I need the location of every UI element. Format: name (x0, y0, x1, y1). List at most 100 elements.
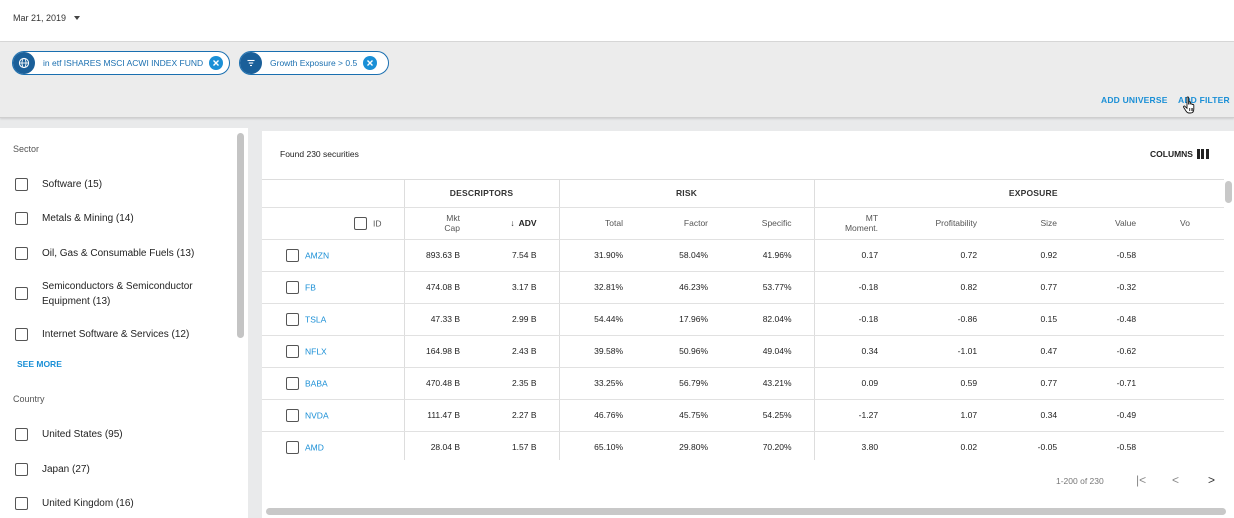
ticker-link[interactable]: NVDA (305, 410, 329, 420)
facet-sector[interactable]: Internet Software & Services (12) (15, 328, 222, 342)
cell-specific: 49.04% (730, 335, 815, 368)
checkbox[interactable] (15, 428, 28, 441)
close-icon[interactable] (209, 56, 224, 70)
filter-bar: in etf ISHARES MSCI ACWI INDEX FUND Grow… (0, 42, 1234, 118)
facet-label: Oil, Gas & Consumable Fuels (13) (42, 248, 195, 259)
table-row[interactable]: TSLA 47.33 B 2.99 B 54.44% 17.96% 82.04% -0.18… (262, 303, 1224, 336)
cell-mkt-cap: 28.04 B (403, 431, 482, 460)
header-size[interactable]: Size (999, 207, 1080, 240)
securities-table: DESCRIPTORS RISK EXPOSURE ID Mkt Cap ↓ ADV… (262, 180, 1224, 460)
facet-sector[interactable]: Software (15) (15, 178, 222, 192)
cell-id: AMD (262, 431, 404, 460)
universe-chip[interactable]: in etf ISHARES MSCI ACWI INDEX FUND (12, 51, 230, 75)
checkbox[interactable] (15, 328, 28, 341)
first-page-icon[interactable]: |< (1136, 473, 1146, 487)
row-checkbox[interactable] (286, 280, 299, 294)
facet-label: Japan (27) (42, 464, 90, 475)
facet-country[interactable]: Japan (27) (15, 463, 222, 477)
checkbox[interactable] (15, 178, 28, 191)
facet-country[interactable]: United Kingdom (16) (15, 497, 222, 511)
pagination-range: 1-200 of 230 (1056, 476, 1104, 486)
checkbox[interactable] (15, 287, 28, 300)
header-id[interactable]: ID (262, 207, 404, 240)
grid-horizontal-scrollbar[interactable] (266, 508, 1226, 515)
cell-specific: 41.96% (730, 239, 815, 272)
cell-profitability: 0.72 (900, 239, 1000, 272)
checkbox[interactable] (15, 212, 28, 225)
prev-page-icon[interactable]: < (1172, 473, 1179, 487)
cell-size: 0.77 (999, 271, 1080, 304)
results-panel: Found 230 securities COLUMNS DESCRIPTORS… (262, 131, 1234, 518)
cell-factor: 17.96% (645, 303, 731, 336)
facet-sector[interactable]: Metals & Mining (14) (15, 212, 222, 226)
cell-specific: 82.04% (730, 303, 815, 336)
cell-total: 46.76% (558, 399, 646, 432)
ticker-link[interactable]: AMD (305, 442, 324, 452)
header-specific[interactable]: Specific (730, 207, 815, 240)
growth-filter-chip[interactable]: Growth Exposure > 0.5 (239, 51, 389, 75)
next-page-icon[interactable]: > (1208, 473, 1215, 487)
row-checkbox[interactable] (286, 344, 299, 358)
cell-profitability: 1.07 (900, 399, 1000, 432)
cell-value: -0.49 (1079, 399, 1159, 432)
sidebar-scrollbar[interactable] (237, 133, 244, 338)
row-checkbox[interactable] (286, 408, 299, 422)
facet-label: United Kingdom (16) (42, 498, 134, 509)
close-icon[interactable] (363, 56, 378, 70)
select-all-checkbox[interactable] (354, 216, 367, 230)
header-value[interactable]: Value (1079, 207, 1159, 240)
growth-filter-label: Growth Exposure > 0.5 (270, 58, 358, 68)
arrow-down-icon: ↓ (510, 218, 515, 228)
header-adv-label: ADV (518, 218, 537, 228)
ticker-link[interactable]: AMZN (305, 250, 329, 260)
see-more-link[interactable]: SEE MORE (17, 359, 62, 369)
table-row[interactable]: AMZN 893.63 B 7.54 B 31.90% 58.04% 41.96% 0.17… (262, 239, 1224, 272)
header-adv[interactable]: ↓ ADV (482, 207, 560, 240)
ticker-link[interactable]: BABA (305, 378, 328, 388)
ticker-link[interactable]: NFLX (305, 346, 327, 356)
cell-specific: 43.21% (730, 367, 815, 400)
header-vo[interactable]: Vo (1158, 207, 1224, 240)
facet-country[interactable]: United States (95) (15, 428, 222, 442)
row-checkbox[interactable] (286, 248, 299, 262)
row-checkbox[interactable] (286, 440, 299, 454)
row-checkbox[interactable] (286, 312, 299, 326)
checkbox[interactable] (15, 463, 28, 476)
facet-sidebar: Sector Software (15) Metals & Mining (14… (0, 128, 248, 518)
cell-value: -0.71 (1079, 367, 1159, 400)
add-universe-button[interactable]: ADD UNIVERSE (1101, 95, 1168, 105)
header-id-label: ID (373, 218, 382, 228)
cell-mt: 0.34 (813, 335, 901, 368)
table-row[interactable]: NFLX 164.98 B 2.43 B 39.58% 50.96% 49.04% 0.34… (262, 335, 1224, 368)
columns-button[interactable]: COLUMNS (1150, 149, 1209, 159)
cell-id: NVDA (262, 399, 404, 432)
cell-adv: 3.17 B (482, 271, 560, 304)
cell-mkt-cap: 111.47 B (403, 399, 482, 432)
checkbox[interactable] (15, 497, 28, 510)
header-mkt-cap[interactable]: Mkt Cap (403, 207, 482, 240)
cell-total: 32.81% (558, 271, 646, 304)
columns-icon (1196, 149, 1209, 159)
header-mt-moment[interactable]: MT Moment. (813, 207, 901, 240)
table-row[interactable]: BABA 470.48 B 2.35 B 33.25% 56.79% 43.21% 0.09… (262, 367, 1224, 400)
table-row[interactable]: FB 474.08 B 3.17 B 32.81% 46.23% 53.77% -0.18 0… (262, 271, 1224, 304)
cell-adv: 2.35 B (482, 367, 560, 400)
facet-sector[interactable]: Semiconductors & Semiconductor Equipment… (15, 280, 222, 309)
grid-vertical-scrollbar[interactable] (1225, 181, 1232, 203)
top-bar: Mar 21, 2019 (0, 0, 1234, 42)
ticker-link[interactable]: FB (305, 282, 316, 292)
group-header-row: DESCRIPTORS RISK EXPOSURE (262, 180, 1224, 208)
cell-factor: 45.75% (645, 399, 731, 432)
header-factor[interactable]: Factor (645, 207, 731, 240)
table-row[interactable]: NVDA 111.47 B 2.27 B 46.76% 45.75% 54.25% -1.2… (262, 399, 1224, 432)
ticker-link[interactable]: TSLA (305, 314, 326, 324)
row-checkbox[interactable] (286, 376, 299, 390)
header-profitability[interactable]: Profitability (900, 207, 1000, 240)
results-count: Found 230 securities (280, 149, 359, 159)
facet-sector[interactable]: Oil, Gas & Consumable Fuels (13) (15, 247, 222, 261)
date-selector[interactable]: Mar 21, 2019 (13, 13, 81, 23)
header-total[interactable]: Total (558, 207, 646, 240)
cell-mkt-cap: 47.33 B (403, 303, 482, 336)
table-row[interactable]: AMD 28.04 B 1.57 B 65.10% 29.80% 70.20% 3.80 0.… (262, 431, 1224, 460)
checkbox[interactable] (15, 247, 28, 260)
